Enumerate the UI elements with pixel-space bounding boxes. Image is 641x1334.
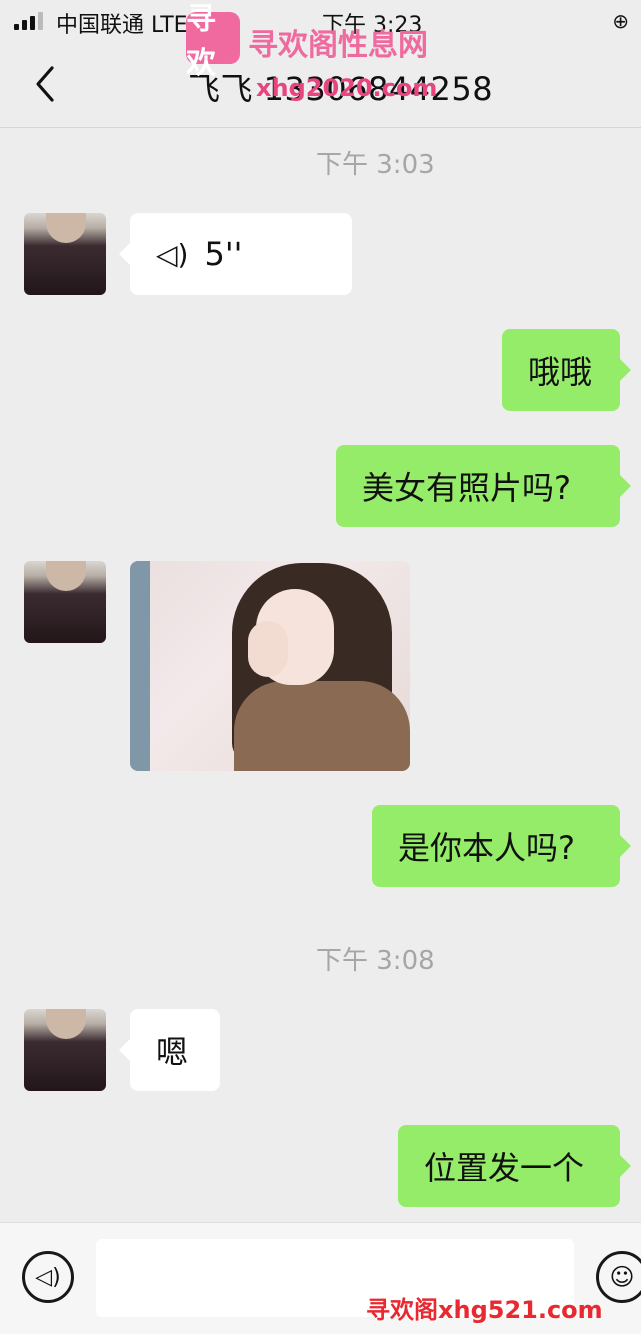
photo-message[interactable] (130, 561, 410, 771)
carrier-label: 中国联通 LTE (56, 13, 188, 38)
voice-message[interactable]: ◁) 5'' (119, 213, 352, 295)
message-text: 哦哦 (528, 353, 593, 391)
voice-duration: 5'' (204, 235, 243, 273)
watermark-bottom: 寻欢阁xhg521.com (366, 1296, 603, 1324)
avatar[interactable] (24, 213, 106, 295)
message-bubble[interactable]: 嗯 (119, 1009, 220, 1091)
message-bubble[interactable]: 是你本人吗? (372, 805, 631, 887)
voice-wave-icon: ◁) (156, 237, 189, 271)
avatar[interactable] (24, 561, 106, 643)
message-bubble[interactable]: 美女有照片吗? (336, 445, 631, 527)
signal-strength-icon (14, 12, 43, 30)
timestamp: 下午 3:08 (316, 946, 435, 976)
watermark-site-name: 寻欢阁性息网 (248, 28, 428, 63)
avatar[interactable] (24, 1009, 106, 1091)
emoji-icon[interactable]: ☺ (596, 1251, 641, 1303)
orientation-lock-icon: ⊕ (612, 9, 629, 33)
watermark-url: xhg2020.com (256, 74, 438, 102)
message-bubble[interactable]: 哦哦 (502, 329, 631, 411)
timestamp: 下午 3:03 (316, 150, 435, 180)
watermark-logo: 寻欢 (186, 2, 240, 81)
message-text: 嗯 (156, 1033, 189, 1071)
message-text: 美女有照片吗? (362, 469, 571, 507)
back-icon[interactable] (28, 64, 68, 104)
message-bubble[interactable]: 位置发一个 (398, 1125, 631, 1207)
message-text: 是你本人吗? (398, 829, 575, 867)
message-text: 位置发一个 (424, 1149, 585, 1187)
voice-input-icon[interactable]: ◁) (22, 1251, 74, 1303)
